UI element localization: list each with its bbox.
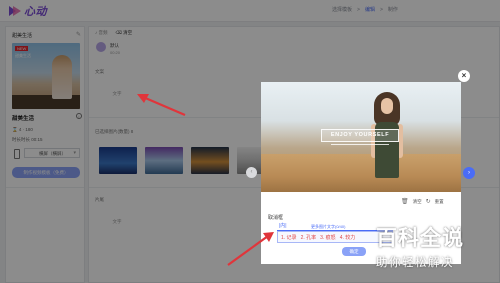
confirm-button[interactable]: 确定 <box>342 247 366 256</box>
caption-input-hint: 更多图片文字(0/40) <box>311 224 346 229</box>
watermark: 百科全说 助你轻松解决 <box>370 222 492 278</box>
preview-field <box>261 154 461 192</box>
watermark-subtitle: 助你轻松解决 <box>376 257 454 269</box>
ime-candidate[interactable]: 2. 孔率 <box>301 234 317 241</box>
preview-face <box>381 98 393 114</box>
trash-icon[interactable]: 🗑 <box>401 198 409 205</box>
watermark-title: 百科全说 <box>376 227 464 250</box>
ime-candidate[interactable]: 4. 较力 <box>340 234 356 241</box>
dialog-toolbar: 🗑 清空 ↻ 重置 <box>401 198 444 206</box>
preview-banner-underline <box>331 144 389 145</box>
close-icon[interactable]: × <box>458 70 470 82</box>
chevron-right-icon[interactable]: › <box>463 167 475 179</box>
refresh-icon[interactable]: ↻ <box>426 198 431 205</box>
ime-candidate[interactable]: 1. 记录 <box>281 234 297 241</box>
reset-button[interactable]: 重置 <box>435 199 444 205</box>
preview-banner[interactable]: ENJOY YOURSELF <box>321 129 399 142</box>
caption-label: 取消框 <box>268 215 284 221</box>
clear-button[interactable]: 清空 <box>413 199 422 205</box>
ime-candidate[interactable]: 3. 痕怒 <box>320 234 336 241</box>
chevron-left-icon[interactable]: ‹ <box>246 167 257 178</box>
dialog-preview-image: ENJOY YOURSELF <box>261 82 461 192</box>
